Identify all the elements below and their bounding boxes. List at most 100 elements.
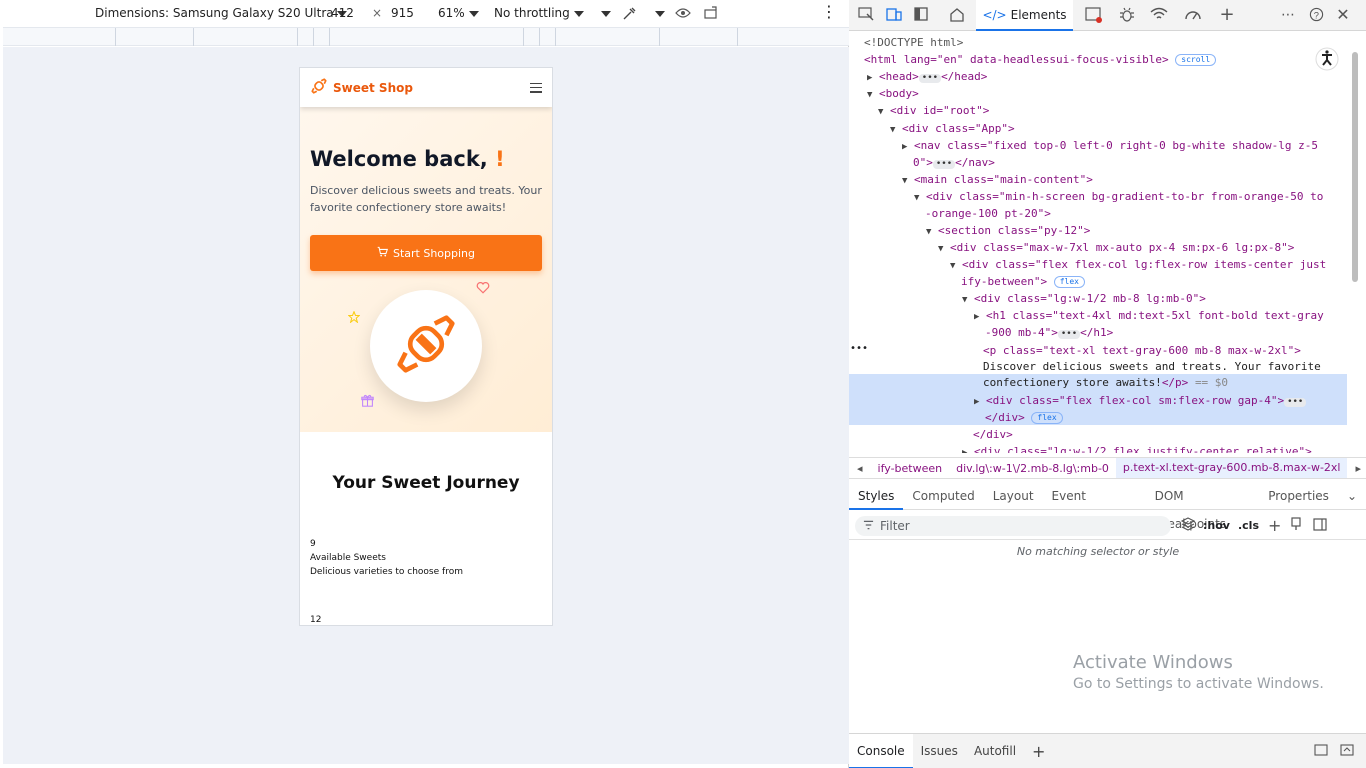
activate-windows-watermark: Activate Windows Go to Settings to activ…	[1073, 652, 1324, 692]
console-tab-icon[interactable]	[1085, 7, 1103, 23]
throttling-select[interactable]: No throttling	[494, 6, 584, 20]
code-icon: </>	[982, 7, 1007, 22]
star-icon	[347, 308, 361, 327]
dom-node-html[interactable]: <html lang="en" data-headlessui-focus-vi…	[864, 51, 1217, 68]
no-matching-styles: No matching selector or style	[1016, 545, 1180, 558]
scroll-badge[interactable]: scroll	[1175, 54, 1217, 66]
add-tab-icon[interactable]: +	[1218, 6, 1236, 24]
dom-node-relative[interactable]: ▶ <div class="lg:w-1/2 flex justify-cent…	[962, 443, 1312, 453]
dom-node-root[interactable]: ▼ <div id="root">	[878, 102, 989, 121]
tab-layout[interactable]: Layout	[984, 482, 1043, 510]
stat-description: Delicious varieties to choose from	[310, 567, 463, 577]
cls-toggle[interactable]: .cls	[1238, 519, 1259, 532]
breadcrumb: ◂ ify-between div.lg\:w-1\/2.mb-8.lg\:mb…	[849, 457, 1366, 479]
devtools-panel: </> Elements + ⋯ ? ✕ <!DOCTYPE html> <ht…	[849, 0, 1366, 768]
candy-illustration	[370, 290, 482, 402]
breadcrumb-item-active[interactable]: p.text-xl.text-gray-600.mb-8.max-w-2xl	[1115, 458, 1348, 478]
breadcrumb-item[interactable]: div.lg\:w-1\/2.mb-8.lg\:mb-0	[949, 462, 1116, 475]
candy-icon	[391, 309, 461, 383]
device-toolbar: Dimensions: Samsung Galaxy S20 Ultra 412…	[0, 0, 849, 27]
tab-autofill[interactable]: Autofill	[966, 734, 1024, 768]
add-rule-icon[interactable]: +	[1268, 516, 1281, 535]
dom-node-h1-cont: -900 mb-4"> ••• </h1>	[985, 326, 1114, 339]
cart-icon	[377, 246, 389, 260]
chevron-down-icon[interactable]: ⌄	[1338, 482, 1366, 510]
dock-icon[interactable]	[912, 7, 930, 23]
gift-icon	[361, 392, 374, 411]
start-shopping-button[interactable]: Start Shopping	[310, 235, 542, 272]
devtools-tabbar: </> Elements + ⋯ ? ✕	[849, 0, 1366, 31]
dom-node-flexcol-close: </div> flex	[985, 409, 1063, 426]
dom-node-p-text2: confectionery store awaits!</p> == $0	[983, 376, 1229, 389]
chevron-down-icon[interactable]	[601, 6, 611, 20]
screen: Dimensions: Samsung Galaxy S20 Ultra 412…	[0, 0, 1366, 768]
performance-icon[interactable]	[1184, 7, 1202, 23]
breadcrumb-item[interactable]: ify-between	[871, 462, 950, 475]
stat-value: 12	[310, 615, 322, 625]
tab-styles[interactable]: Styles	[849, 482, 904, 510]
dom-scrollbar[interactable]	[1352, 40, 1358, 440]
close-icon[interactable]: ✕	[1334, 7, 1352, 23]
device-toggle-icon[interactable]	[885, 7, 903, 23]
node-actions-icon[interactable]: •••	[850, 340, 868, 357]
drawer-close-icon[interactable]	[1340, 743, 1354, 759]
stats-list: 9 Available Sweets Delicious varieties t…	[300, 539, 552, 625]
hov-toggle[interactable]: :hov	[1203, 519, 1230, 532]
add-drawer-tab-icon[interactable]: +	[1024, 734, 1053, 768]
chevron-right-icon[interactable]: ▸	[1347, 462, 1366, 475]
rotate-icon[interactable]	[703, 6, 719, 23]
brand-name: Sweet Shop	[333, 80, 413, 95]
tab-console[interactable]: Console	[849, 733, 913, 768]
dom-node-p-text1: Discover delicious sweets and treats. Yo…	[983, 360, 1321, 373]
drawer-dock-icon[interactable]	[1314, 743, 1328, 759]
times-sign: ×	[372, 6, 383, 20]
more-tabs-icon[interactable]: ⋯	[1279, 7, 1297, 23]
styles-filter-input[interactable]: Filter	[855, 515, 1171, 536]
sidebar-toggle-icon[interactable]	[1313, 517, 1328, 534]
tab-dom-breakpoints[interactable]: DOM Breakpoints	[1146, 482, 1260, 531]
bug-icon[interactable]	[1118, 7, 1136, 23]
welcome-heading: Welcome back, !	[310, 147, 505, 171]
mobile-viewport: Sweet Shop Welcome back, ! Discover deli…	[299, 67, 553, 626]
zoom-select[interactable]: 61%	[438, 6, 479, 20]
dom-node-flex-cont: ify-between"> flex	[961, 273, 1085, 290]
dom-doctype: <!DOCTYPE html>	[864, 36, 964, 49]
eyedropper-icon[interactable]	[621, 6, 637, 25]
tab-event-listeners[interactable]: Event Listeners	[1043, 482, 1146, 531]
tab-properties[interactable]: Properties	[1259, 482, 1338, 510]
heart-icon	[476, 279, 490, 298]
chevron-left-icon[interactable]: ◂	[849, 462, 871, 475]
site-navbar: Sweet Shop	[300, 68, 552, 107]
sensors-icon[interactable]	[675, 6, 691, 23]
device-select[interactable]: Dimensions: Samsung Galaxy S20 Ultra	[95, 6, 348, 20]
tab-elements[interactable]: </> Elements	[976, 0, 1073, 31]
tab-issues[interactable]: Issues	[913, 734, 966, 768]
svg-text:?: ?	[1313, 10, 1318, 20]
tab-computed[interactable]: Computed	[903, 482, 983, 510]
chevron-down-icon[interactable]	[655, 6, 665, 20]
hero-description: Discover delicious sweets and treats. Yo…	[310, 184, 542, 215]
more-options-icon[interactable]: ⋮	[821, 2, 837, 21]
stat-value: 9	[310, 539, 316, 549]
dom-node-p[interactable]: <p class="text-xl text-gray-600 mb-8 max…	[983, 342, 1301, 359]
dom-node-minh-cont: -orange-100 pt-20">	[925, 207, 1051, 220]
flex-badge[interactable]: flex	[1053, 276, 1085, 288]
home-icon[interactable]	[948, 7, 966, 23]
layers-icon[interactable]	[1180, 517, 1196, 534]
hero-section: Welcome back, ! Discover delicious sweet…	[300, 107, 552, 432]
brand-link[interactable]: Sweet Shop	[310, 77, 413, 98]
help-icon[interactable]: ?	[1307, 7, 1325, 23]
computed-styles-icon[interactable]	[1290, 517, 1302, 534]
media-query-ruler	[3, 27, 849, 46]
device-emulation-pane: Dimensions: Samsung Galaxy S20 Ultra 412…	[0, 0, 849, 768]
journey-heading: Your Sweet Journey	[332, 473, 520, 493]
menu-icon[interactable]	[530, 82, 542, 93]
width-input[interactable]: 412	[331, 6, 354, 20]
stat-label: Available Sweets	[310, 553, 386, 563]
inspect-icon[interactable]	[857, 7, 875, 23]
accessibility-icon[interactable]	[1315, 47, 1339, 74]
dom-node-nav-cont: 0"> ••• </nav>	[913, 156, 995, 169]
height-input[interactable]: 915	[391, 6, 414, 20]
dom-node-lgw-close: </div>	[973, 428, 1013, 441]
wifi-icon[interactable]	[1150, 7, 1168, 23]
